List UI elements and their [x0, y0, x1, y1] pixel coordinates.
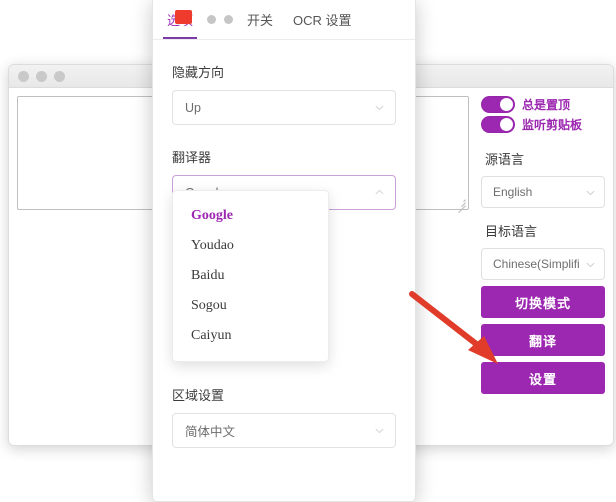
source-language-value: English: [493, 185, 533, 199]
chevron-down-icon: [375, 105, 384, 111]
dropdown-option-google[interactable]: Google: [173, 201, 328, 231]
tab-separator-dot-icon: [207, 15, 217, 24]
settings-button[interactable]: 设置: [481, 362, 605, 394]
dropdown-option-youdao[interactable]: Youdao: [173, 231, 328, 261]
target-language-select[interactable]: Chinese(Simplifi: [481, 248, 605, 280]
tab-switches[interactable]: 开关: [237, 0, 283, 39]
dropdown-option-baidu[interactable]: Baidu: [173, 261, 328, 291]
tab-options-label: 选项: [167, 13, 194, 28]
always-on-top-toggle[interactable]: [481, 96, 515, 113]
settings-tabbar: 选项 开关 OCR 设置: [153, 0, 415, 40]
always-on-top-label: 总是置顶: [522, 98, 571, 112]
close-dot-icon[interactable]: [18, 70, 29, 82]
chevron-down-icon: [586, 262, 595, 267]
toggle-knob-icon: [500, 98, 513, 111]
listen-clipboard-label: 监听剪贴板: [522, 118, 583, 132]
chevron-up-icon: [375, 189, 384, 195]
tab-ocr-settings[interactable]: OCR 设置: [283, 0, 362, 39]
listen-clipboard-row[interactable]: 监听剪贴板: [481, 116, 605, 133]
target-language-value: Chinese(Simplifi: [493, 257, 580, 271]
locale-label: 区域设置: [172, 388, 225, 403]
desktop-background: 总是置顶 监听剪贴板 源语言 English 目标语言 Chinese(Simp…: [0, 0, 616, 502]
tab-options[interactable]: 选项: [157, 0, 203, 39]
hide-direction-label: 隐藏方向: [172, 65, 225, 80]
translator-dropdown-list[interactable]: Google Youdao Baidu Sogou Caiyun: [172, 190, 329, 362]
tab-separator-dot-icon: [224, 15, 234, 24]
maximize-dot-icon[interactable]: [54, 70, 65, 82]
source-language-label: 源语言: [485, 152, 525, 167]
minimize-dot-icon[interactable]: [36, 70, 47, 82]
locale-select[interactable]: 简体中文: [172, 413, 396, 448]
dropdown-option-sogou[interactable]: Sogou: [173, 291, 328, 321]
chevron-down-icon: [375, 428, 384, 434]
settings-modal-body: 隐藏方向 Up 翻译器 Google 区域设置 简体中文: [153, 40, 415, 448]
always-on-top-row[interactable]: 总是置顶: [481, 96, 605, 113]
tab-switches-label: 开关: [247, 13, 274, 28]
source-language-select[interactable]: English: [481, 176, 605, 208]
translator-label: 翻译器: [172, 150, 212, 165]
locale-value: 简体中文: [185, 425, 236, 439]
chevron-down-icon: [586, 190, 595, 195]
switch-mode-button[interactable]: 切换模式: [481, 286, 605, 318]
hide-direction-value: Up: [185, 100, 201, 115]
target-language-label: 目标语言: [485, 224, 538, 239]
toggle-knob-icon: [500, 118, 513, 131]
dropdown-option-caiyun[interactable]: Caiyun: [173, 321, 328, 351]
settings-modal[interactable]: 选项 开关 OCR 设置 隐藏方向 Up 翻译器 Google: [152, 0, 416, 502]
hide-direction-select[interactable]: Up: [172, 90, 396, 125]
translate-button[interactable]: 翻译: [481, 324, 605, 356]
listen-clipboard-toggle[interactable]: [481, 116, 515, 133]
tab-ocr-settings-label: OCR 设置: [293, 13, 352, 28]
control-panel: 总是置顶 监听剪贴板 源语言 English 目标语言 Chinese(Simp…: [477, 88, 613, 445]
